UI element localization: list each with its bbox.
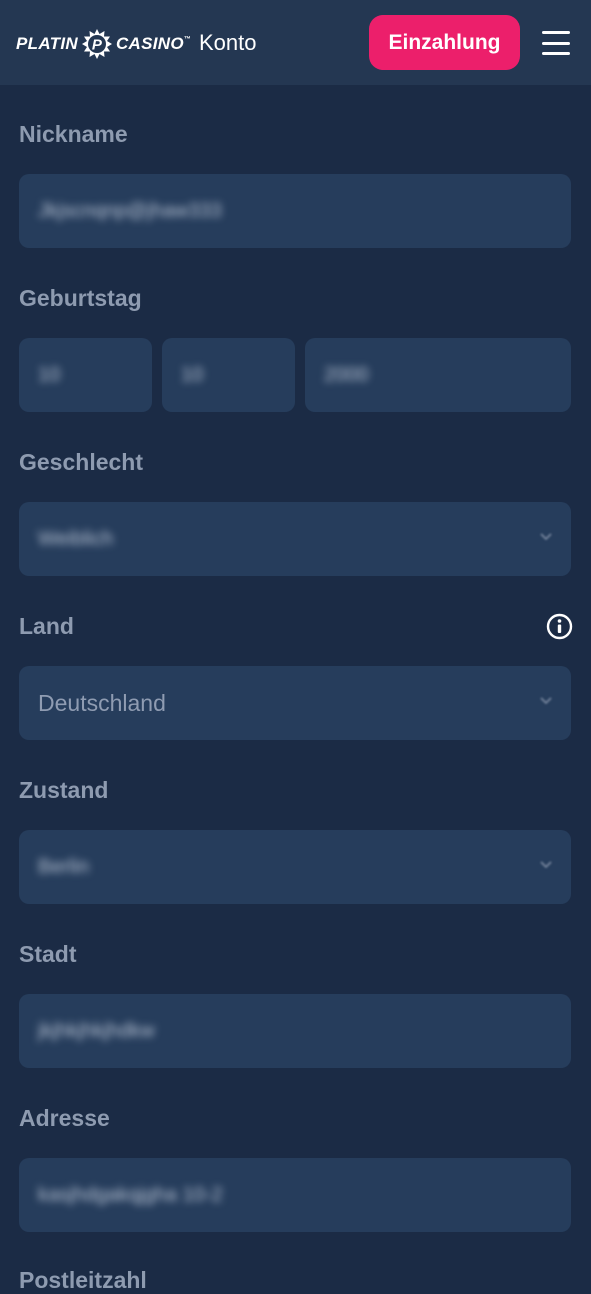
nickname-label: Nickname — [19, 121, 128, 147]
top-bar: PLATIN P CASINO ™ Konto Einzahlung — [0, 0, 591, 85]
birthday-year-field[interactable]: 2000 — [305, 338, 571, 412]
nickname-field[interactable]: Jkjscnqnp@jhaw333 — [19, 174, 571, 248]
page-title: Konto — [199, 30, 257, 55]
birthday-month-field[interactable]: 10 — [162, 338, 295, 412]
country-select[interactable]: Deutschland — [19, 666, 571, 740]
gender-select[interactable]: Weiblich — [19, 502, 571, 576]
address-field[interactable]: kasjhdgakqjgha 10-2 — [19, 1158, 571, 1232]
state-value: Berlin — [38, 855, 90, 878]
address-value: kasjhdgakqjgha 10-2 — [38, 1183, 223, 1206]
logo-trademark: ™ — [183, 35, 192, 43]
city-value: jkjhkjhkjhdkw — [38, 1019, 155, 1042]
logo-mark-letter: P — [92, 37, 103, 54]
hamburger-menu-icon[interactable] — [540, 28, 572, 58]
city-field[interactable]: jkjhkjhkjhdkw — [19, 994, 571, 1068]
platin-casino-logo[interactable]: PLATIN P CASINO ™ — [16, 28, 191, 60]
birthday-year-value: 2000 — [324, 363, 369, 386]
state-label: Zustand — [19, 777, 109, 803]
menu-line — [542, 31, 570, 34]
nickname-value: Jkjscnqnp@jhaw333 — [38, 199, 222, 222]
birthday-label: Geburtstag — [19, 285, 142, 311]
birthday-month-value: 10 — [181, 363, 204, 386]
address-label: Adresse — [19, 1105, 110, 1131]
menu-line — [542, 41, 570, 45]
chevron-down-icon — [540, 533, 552, 541]
chevron-down-icon — [540, 861, 552, 869]
chevron-down-icon — [540, 697, 552, 705]
country-label: Land — [19, 613, 74, 639]
birthday-day-value: 10 — [38, 363, 61, 386]
country-value: Deutschland — [38, 689, 166, 716]
gender-value: Weiblich — [38, 527, 114, 550]
info-icon[interactable] — [546, 613, 573, 640]
menu-line — [542, 52, 570, 55]
gender-label: Geschlecht — [19, 449, 143, 475]
birthday-day-field[interactable]: 10 — [19, 338, 152, 412]
postal-code-label: Postleitzahl — [19, 1267, 147, 1293]
logo-text-left: PLATIN — [16, 34, 78, 53]
deposit-button[interactable]: Einzahlung — [369, 15, 520, 70]
logo-text-right: CASINO — [115, 34, 184, 53]
logo-sun-badge-icon: P — [81, 29, 112, 59]
state-select[interactable]: Berlin — [19, 830, 571, 904]
city-label: Stadt — [19, 941, 77, 967]
